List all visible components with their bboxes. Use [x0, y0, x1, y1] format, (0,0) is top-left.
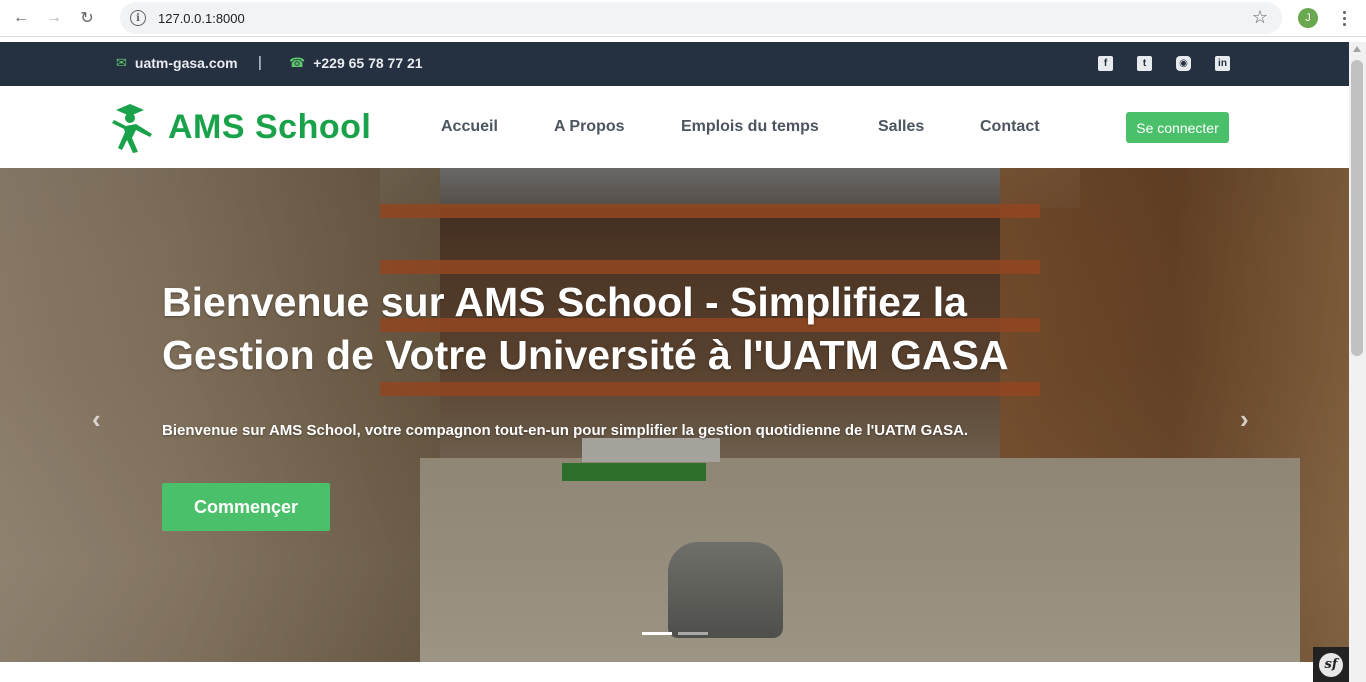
- bookmark-star-icon[interactable]: ☆: [1252, 7, 1268, 28]
- envelope-icon: ✉: [116, 55, 127, 70]
- symfony-debug-toolbar[interactable]: sf: [1313, 647, 1349, 682]
- phone-contact[interactable]: ☎ +229 65 78 77 21: [289, 55, 423, 71]
- email-contact[interactable]: ✉ uatm-gasa.com: [116, 55, 238, 71]
- nav-emplois-du-temps[interactable]: Emplois du temps: [681, 118, 819, 136]
- nav-contact[interactable]: Contact: [980, 118, 1040, 136]
- nav-a-propos[interactable]: A Propos: [554, 118, 625, 136]
- scroll-up-icon[interactable]: [1353, 46, 1361, 52]
- site-header: AMS School Accueil A Propos Emplois du t…: [0, 86, 1349, 168]
- hero-carousel: Bienvenue sur AMS School - Simplifiez la…: [0, 168, 1349, 662]
- hero-subtitle: Bienvenue sur AMS School, votre compagno…: [162, 422, 969, 439]
- brand-name[interactable]: AMS School: [168, 108, 371, 147]
- page-scrollbar[interactable]: [1349, 42, 1366, 682]
- student-logo-icon[interactable]: [110, 104, 156, 154]
- carousel-prev-icon[interactable]: ‹: [92, 404, 101, 435]
- contact-separator: |: [258, 54, 262, 71]
- profile-avatar[interactable]: J: [1298, 8, 1318, 28]
- nav-salles[interactable]: Salles: [878, 118, 924, 136]
- site-info-icon[interactable]: i: [130, 10, 146, 26]
- url-text[interactable]: 127.0.0.1:8000: [158, 11, 245, 26]
- hero-title: Bienvenue sur AMS School - Simplifiez la…: [162, 279, 1009, 378]
- nav-accueil[interactable]: Accueil: [441, 118, 498, 136]
- phone-text: +229 65 78 77 21: [313, 55, 423, 71]
- login-button[interactable]: Se connecter: [1126, 112, 1229, 143]
- carousel-next-icon[interactable]: ›: [1240, 404, 1249, 435]
- carousel-indicator[interactable]: [678, 632, 708, 635]
- address-bar[interactable]: i 127.0.0.1:8000 ☆: [120, 2, 1282, 34]
- browser-toolbar: ← → ↻ i 127.0.0.1:8000 ☆ J: [0, 0, 1366, 37]
- reload-icon[interactable]: ↻: [75, 6, 99, 30]
- phone-icon: ☎: [289, 55, 306, 70]
- scrollbar-thumb[interactable]: [1351, 60, 1363, 356]
- browser-menu-icon[interactable]: [1338, 7, 1350, 29]
- linkedin-icon[interactable]: in: [1215, 56, 1230, 71]
- forward-icon[interactable]: →: [42, 6, 66, 30]
- top-contact-bar: ✉ uatm-gasa.com | ☎ +229 65 78 77 21 f t…: [0, 42, 1349, 86]
- symfony-logo-icon: sf: [1319, 652, 1343, 677]
- carousel-indicator-active[interactable]: [642, 632, 672, 635]
- twitter-icon[interactable]: t: [1137, 56, 1152, 71]
- instagram-icon[interactable]: ◉: [1176, 56, 1191, 71]
- facebook-icon[interactable]: f: [1098, 56, 1113, 71]
- get-started-button[interactable]: Commençer: [162, 483, 330, 531]
- email-text: uatm-gasa.com: [134, 55, 238, 71]
- back-icon[interactable]: ←: [9, 6, 33, 30]
